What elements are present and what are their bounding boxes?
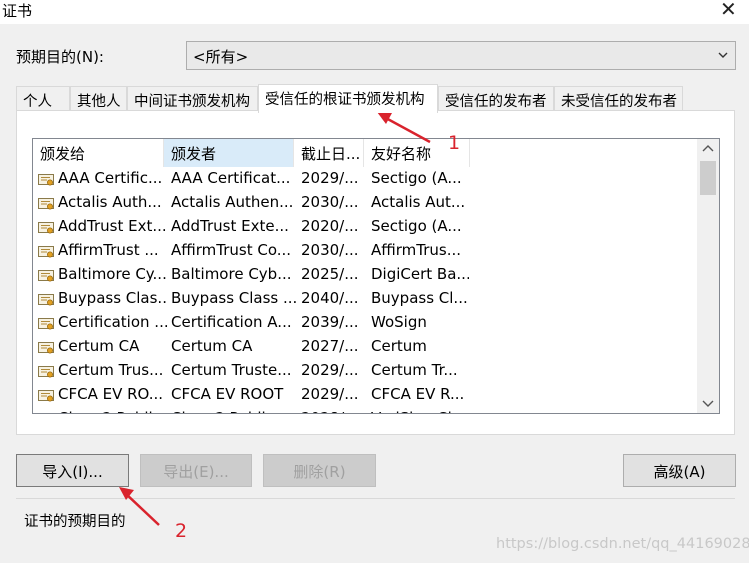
certificate-icon <box>38 174 54 186</box>
purpose-select[interactable]: <所有> <box>186 41 736 70</box>
cell-friendly: Certum <box>371 337 427 355</box>
list-header: 颁发给 颁发者 截止日... 友好名称 <box>33 139 699 167</box>
column-issued-to[interactable]: 颁发给 <box>33 139 164 167</box>
table-row[interactable]: Buypass Clas... Buypass Class ... 2040/...… <box>33 287 699 311</box>
tab-other-people[interactable]: 其他人 <box>70 86 127 112</box>
cell-issued-to: Certification ... <box>58 313 168 331</box>
watermark: https://blog.csdn.net/qq_44169028 <box>496 536 749 552</box>
cell-expires: 2029/... <box>301 169 359 187</box>
cell-expires: 2025/... <box>301 265 359 283</box>
table-row[interactable]: Certification ... Certification A... 2039/… <box>33 311 699 335</box>
close-icon[interactable]: ✕ <box>720 0 737 21</box>
cell-expires: 2029/... <box>301 361 359 379</box>
cell-friendly: DigiCert Ba... <box>371 265 469 283</box>
table-row[interactable]: Actalis Auth... Actalis Authen... 2030/...… <box>33 191 699 215</box>
cell-issuer: Certum Truste... <box>171 361 292 379</box>
certificate-icon <box>38 270 54 282</box>
cell-friendly: Certum Tr... <box>371 361 458 379</box>
cell-issuer: Baltimore Cyb... <box>171 265 292 283</box>
annotation-number-1: 1 <box>448 132 461 154</box>
certificate-list[interactable]: 颁发给 颁发者 截止日... 友好名称 AAA Certific... AAA C… <box>32 138 720 414</box>
cell-issuer: CFCA EV ROOT <box>171 385 284 403</box>
import-button[interactable]: 导入(I)... <box>16 454 129 487</box>
cell-expires: 2030/... <box>301 241 359 259</box>
certificate-icon <box>38 246 54 258</box>
certificate-icon <box>38 366 54 378</box>
table-row[interactable]: AAA Certific... AAA Certificat... 2029/...… <box>33 167 699 191</box>
tab-trusted-publishers[interactable]: 受信任的发布者 <box>438 86 554 112</box>
cell-friendly: Actalis Aut... <box>371 193 466 211</box>
cell-issued-to: AddTrust Ext... <box>58 217 167 235</box>
table-row[interactable]: Class 2 Publi...Class 2 Public ... 2028/.… <box>33 407 699 413</box>
table-row[interactable]: Certum Trus... Certum Truste... 2029/... Ce… <box>33 359 699 383</box>
cell-issued-to: Actalis Auth... <box>58 193 162 211</box>
title-bar: 证书 ✕ <box>0 0 749 24</box>
cell-friendly: Sectigo (A... <box>371 169 462 187</box>
annotation-number-2: 2 <box>175 520 188 542</box>
export-button[interactable]: 导出(E)... <box>140 454 252 487</box>
column-expiration[interactable]: 截止日... <box>294 139 364 167</box>
cell-issuer: AddTrust Exte... <box>171 217 289 235</box>
cell-issued-to: CFCA EV RO... <box>58 385 164 403</box>
purpose-selected-value: <所有> <box>193 48 249 66</box>
certificate-icon <box>38 342 54 354</box>
cell-expires: 2027/... <box>301 337 359 355</box>
cell-issued-to: Baltimore Cy... <box>58 265 167 283</box>
certificate-icon <box>38 318 54 330</box>
cell-issuer: Certification A... <box>171 313 292 331</box>
cell-expires: 2030/... <box>301 193 359 211</box>
cell-friendly: Sectigo (A... <box>371 217 462 235</box>
cell-expires: 2020/... <box>301 217 359 235</box>
cell-expires: 2039/... <box>301 313 359 331</box>
cell-issuer: Class 2 Public ... <box>171 407 296 413</box>
certificate-purposes-label: 证书的预期目的 <box>24 514 126 530</box>
certificate-icon <box>38 294 54 306</box>
chevron-down-icon <box>718 52 728 58</box>
cell-issuer: AAA Certificat... <box>171 169 291 187</box>
tab-intermediate-ca[interactable]: 中间证书颁发机构 <box>127 86 258 112</box>
cell-issued-to: AAA Certific... <box>58 169 163 187</box>
cell-issuer: Actalis Authen... <box>171 193 294 211</box>
cell-issuer: Certum CA <box>171 337 253 355</box>
table-row[interactable]: Certum CA Certum CA 2027/... Certum <box>33 335 699 359</box>
cell-expires: 2040/... <box>301 289 359 307</box>
tab-trusted-root-ca[interactable]: 受信任的根证书颁发机构 <box>258 84 438 113</box>
purpose-label: 预期目的(N): <box>16 48 104 66</box>
window-title: 证书 <box>2 2 33 20</box>
certificate-icon <box>38 198 54 210</box>
vertical-scrollbar[interactable] <box>697 139 719 413</box>
cell-issued-to: Class 2 Publi... <box>58 407 168 413</box>
scroll-down-icon[interactable] <box>702 398 714 408</box>
cell-friendly: CFCA EV R... <box>371 385 465 403</box>
cell-issued-to: Certum CA <box>58 337 140 355</box>
remove-button[interactable]: 删除(R) <box>263 454 376 487</box>
cell-issued-to: Certum Trus... <box>58 361 164 379</box>
certificate-icon <box>38 390 54 402</box>
tab-personal[interactable]: 个人 <box>16 86 70 112</box>
cell-issuer: Buypass Class ... <box>171 289 296 307</box>
certificate-icon <box>38 222 54 234</box>
cell-friendly: AffirmTrus... <box>371 241 462 259</box>
scrollbar-thumb[interactable] <box>700 161 716 195</box>
advanced-button[interactable]: 高级(A) <box>623 454 736 487</box>
table-row[interactable]: AddTrust Ext... AddTrust Exte... 2020/... S… <box>33 215 699 239</box>
tab-untrusted-publishers[interactable]: 未受信任的发布者 <box>554 86 683 112</box>
cell-friendly: WoSign <box>371 313 427 331</box>
table-row[interactable]: AffirmTrust ... AffirmTrust Co... 2030/...… <box>33 239 699 263</box>
scroll-up-icon[interactable] <box>702 144 714 154</box>
cell-issued-to: AffirmTrust ... <box>58 241 159 259</box>
column-issuer[interactable]: 颁发者 <box>164 139 294 167</box>
table-row[interactable]: CFCA EV RO... CFCA EV ROOT 2029/... CFCA EV… <box>33 383 699 407</box>
table-row[interactable]: Baltimore Cy... Baltimore Cyb... 2025/... D… <box>33 263 699 287</box>
cell-expires: 2029/... <box>301 385 359 403</box>
cell-friendly: Buypass Cl... <box>371 289 468 307</box>
cell-expires: 2028/... <box>301 407 366 413</box>
cell-issuer: AffirmTrust Co... <box>171 241 292 259</box>
cell-issued-to: Buypass Clas... <box>58 289 168 307</box>
cell-friendly: VeriSign Cl... <box>371 407 469 413</box>
